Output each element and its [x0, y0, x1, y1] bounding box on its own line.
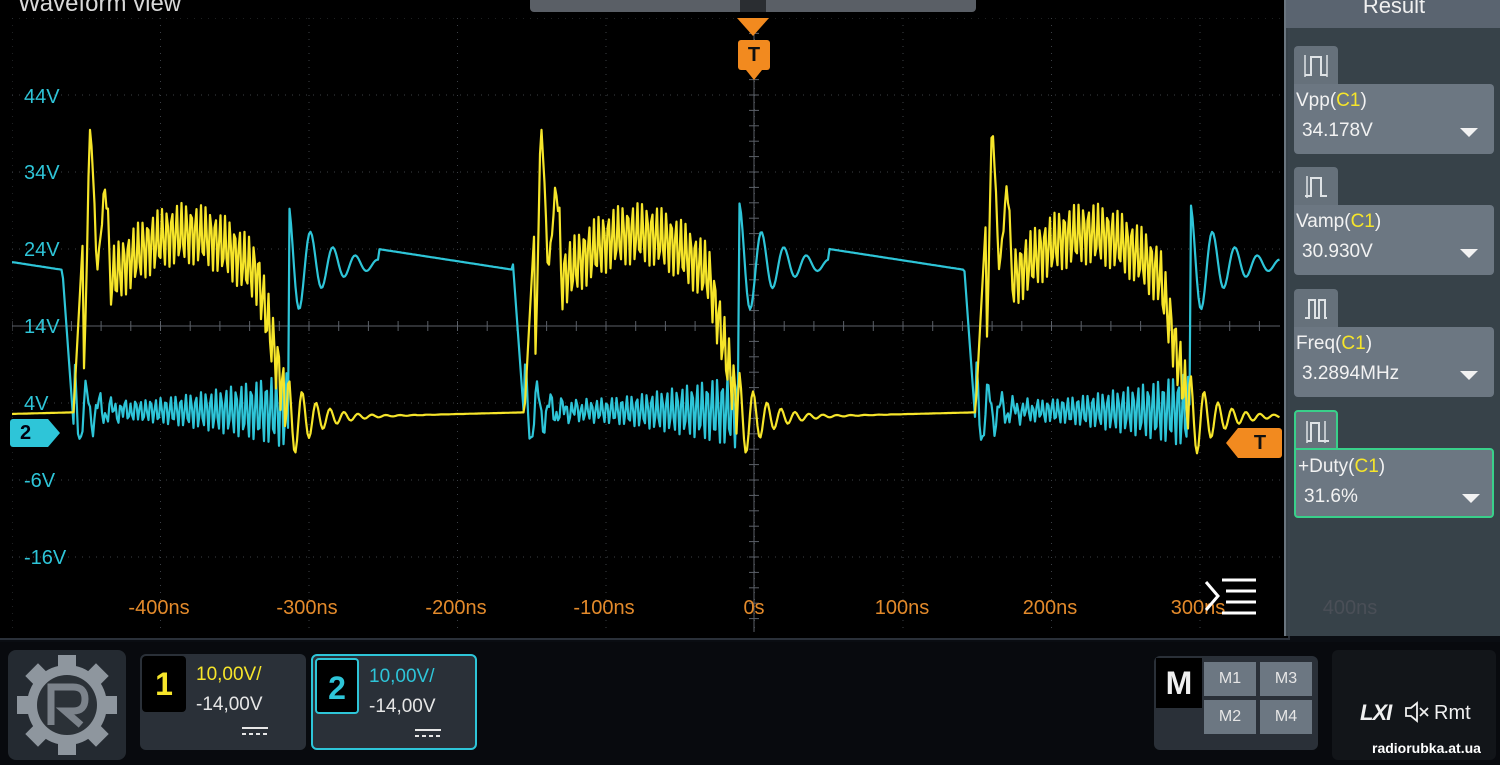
trigger-time-marker-tip [746, 70, 762, 80]
channel-1-number: 1 [142, 656, 186, 712]
x-axis-label: -300ns [276, 597, 338, 619]
measurement-source: C1 [1341, 333, 1366, 354]
dropdown-arrow-icon[interactable] [1460, 128, 1478, 137]
math-m2-button[interactable]: M2 [1204, 700, 1256, 734]
measurement-type: +Duty [1298, 456, 1349, 477]
x-axis-label: 100ns [874, 597, 930, 619]
channel-1-settings[interactable]: 1 10,00V/ -14,00V [140, 654, 306, 750]
y-axis-label: -16V [24, 547, 67, 569]
dropdown-arrow-icon[interactable] [1460, 249, 1478, 258]
y-axis-label: 44V [24, 86, 60, 108]
measurement-result-panel: Result Vpp(C1) 34.178V Vamp(C1) 30.930V [1284, 0, 1500, 636]
measurement-value: 3.2894MHz [1302, 363, 1400, 384]
channel-2-marker-tip [48, 419, 60, 447]
horizontal-scroll-bar[interactable] [530, 0, 976, 12]
channel-2-offset-marker[interactable]: 2 [10, 419, 60, 447]
measurement-freq[interactable]: Freq(C1) 3.2894MHz [1294, 289, 1494, 401]
waveform-view: Waveform view 44V 34V 24V 14V 4V -6V -16… [0, 0, 1290, 640]
trigger-time-marker[interactable]: T [738, 40, 770, 80]
x-axis-label: 200ns [1022, 597, 1078, 619]
gear-logo-icon [17, 655, 117, 755]
math-m1-button[interactable]: M1 [1204, 662, 1256, 696]
channel-1-scale: 10,00V/ [196, 664, 262, 685]
menu-icon[interactable] [1200, 574, 1260, 618]
duty-icon [1294, 410, 1338, 450]
trigger-position-indicator [737, 18, 769, 36]
measurement-type: Freq [1296, 333, 1336, 354]
measurement-value: 31.6% [1304, 486, 1358, 507]
measurement-source: C1 [1354, 456, 1379, 477]
period-icon [1294, 289, 1338, 329]
measurement-source: C1 [1350, 211, 1375, 232]
measurement-duty[interactable]: +Duty(C1) 31.6% [1294, 410, 1494, 522]
y-axis-label: -6V [24, 470, 56, 492]
measurement-card[interactable]: +Duty(C1) 31.6% [1294, 448, 1494, 518]
measurement-type: Vamp [1296, 211, 1345, 232]
speaker-muted-icon[interactable] [1404, 700, 1430, 724]
x-axis-label: -200ns [425, 597, 487, 619]
oscilloscope-screen: Waveform view 44V 34V 24V 14V 4V -6V -16… [0, 0, 1500, 765]
y-axis-label: 34V [24, 162, 60, 184]
measurement-source: C1 [1336, 90, 1361, 111]
dropdown-arrow-icon[interactable] [1460, 371, 1478, 380]
channel-2-number: 2 [315, 658, 359, 714]
y-axis-label: 24V [24, 239, 60, 261]
measurement-name: Freq(C1) [1296, 333, 1373, 354]
waveform-traces [12, 128, 1280, 455]
math-label: M [1156, 658, 1202, 708]
x-axis-label: 400ns [1322, 597, 1378, 619]
dropdown-arrow-icon[interactable] [1462, 494, 1480, 503]
scroll-knob[interactable] [740, 0, 766, 12]
channel-2-settings[interactable]: 2 10,00V/ -14,00V [311, 654, 477, 750]
measurement-type: Vpp [1296, 90, 1330, 111]
dc-coupling-icon [242, 727, 268, 735]
x-axis-label: -100ns [573, 597, 635, 619]
measurement-value: 30.930V [1302, 241, 1373, 262]
measurement-card[interactable]: Vamp(C1) 30.930V [1294, 205, 1494, 275]
measurement-card[interactable]: Vpp(C1) 34.178V [1294, 84, 1494, 154]
measurement-value: 34.178V [1302, 120, 1373, 141]
bottom-status-bar: 1 10,00V/ -14,00V 2 10,00V/ -14,00V M M1… [0, 642, 1500, 765]
x-axis-label: 0s [743, 597, 765, 619]
measurement-name: Vamp(C1) [1296, 211, 1382, 232]
measurement-name: +Duty(C1) [1298, 456, 1386, 477]
channel-2-scale: 10,00V/ [369, 666, 435, 687]
watermark: radiorubka.at.ua [1372, 740, 1481, 756]
pulse-icon [1294, 46, 1338, 86]
trigger-level-marker-label: T [1238, 428, 1282, 458]
math-settings[interactable]: M M1 M3 M2 M4 [1154, 656, 1318, 750]
measurement-name: Vpp(C1) [1296, 90, 1367, 111]
trigger-level-marker-tip [1226, 428, 1238, 458]
x-axis-label: -400ns [128, 597, 190, 619]
channel-1-offset: -14,00V [196, 694, 263, 715]
result-title-text: Result [1362, 0, 1426, 18]
waveform-view-title: Waveform view [18, 0, 182, 17]
channel-2-offset: -14,00V [369, 696, 436, 717]
measurement-vpp[interactable]: Vpp(C1) 34.178V [1294, 46, 1494, 158]
pulse-icon [1294, 167, 1338, 207]
waveform-plot[interactable] [12, 18, 1280, 632]
result-panel-title: Result [1286, 0, 1500, 28]
remote-status: Rmt [1434, 702, 1471, 724]
channel-2-marker-label: 2 [10, 419, 48, 447]
y-axis-label: 14V [24, 316, 60, 338]
lxi-status: LXI [1360, 700, 1392, 725]
measurement-vamp[interactable]: Vamp(C1) 30.930V [1294, 167, 1494, 279]
measurement-card[interactable]: Freq(C1) 3.2894MHz [1294, 327, 1494, 397]
math-m3-button[interactable]: M3 [1260, 662, 1312, 696]
y-axis-label: 4V [24, 393, 49, 415]
trigger-level-marker[interactable]: T [1226, 428, 1282, 458]
home-button[interactable] [8, 650, 126, 760]
dc-coupling-icon [415, 729, 441, 737]
trigger-time-marker-label: T [738, 40, 770, 70]
math-m4-button[interactable]: M4 [1260, 700, 1312, 734]
